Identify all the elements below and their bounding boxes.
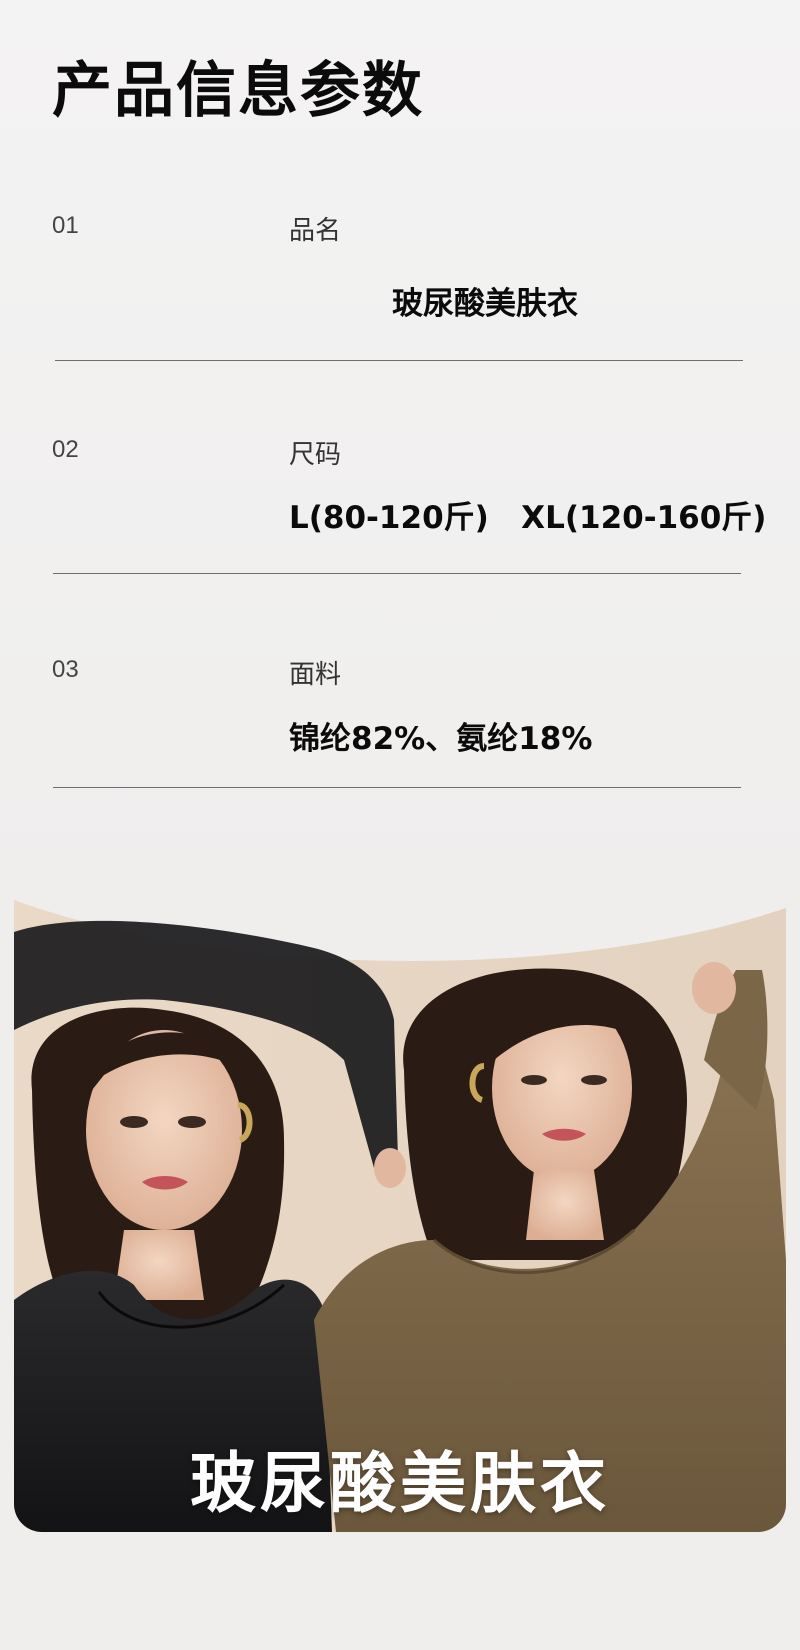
page-title: 产品信息参数 [52,56,424,127]
spec-label: 面料 [289,660,342,690]
divider [55,360,743,361]
spec-number: 02 [52,436,79,463]
divider [53,573,741,574]
spec-value: 玻尿酸美肤衣 [392,286,578,322]
banner-caption: 玻尿酸美肤衣 [190,1445,610,1522]
divider [53,787,741,788]
product-info-page: 产品信息参数 01 品名 玻尿酸美肤衣 02 尺码 L(80-120斤) XL(… [0,0,800,1650]
spec-number: 03 [52,656,79,683]
spec-label: 尺码 [289,440,342,470]
spec-value: 锦纶82%、氨纶18% [289,721,593,757]
spec-value: L(80-120斤) XL(120-160斤) [289,500,767,536]
spec-label: 品名 [289,216,342,246]
spec-number: 01 [52,212,79,239]
